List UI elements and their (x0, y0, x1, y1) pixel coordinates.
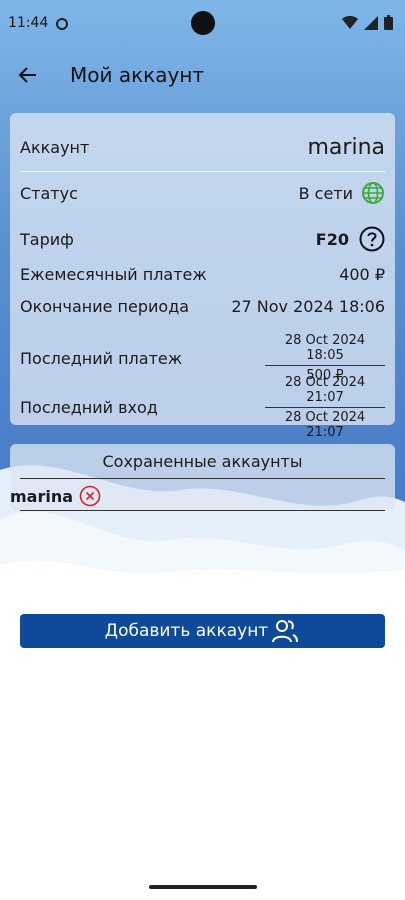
status-row: Статус В сети (20, 181, 385, 205)
remove-icon[interactable] (79, 485, 101, 507)
account-card: Аккаунт marina Статус В сети Тариф F20 Е… (10, 113, 395, 440)
app-bar: Мой аккаунт (0, 48, 405, 102)
tariff-row: Тариф F20 (20, 226, 385, 252)
add-account-label: Добавить аккаунт (104, 621, 269, 641)
last-payment-date: 28 Oct 2024 18:05 (265, 333, 385, 366)
notification-icon (56, 18, 69, 30)
status-bar: 11:44 (0, 0, 405, 48)
status-icons (342, 15, 393, 30)
monthly-value: 400 ₽ (339, 265, 385, 284)
monthly-label: Ежемесячный платеж (20, 265, 207, 284)
help-icon[interactable] (359, 226, 385, 252)
globe-icon (362, 182, 384, 204)
saved-account-name[interactable]: marina (10, 487, 73, 506)
users-icon (272, 620, 299, 643)
period-end-row: Окончание периода 27 Nov 2024 18:06 (20, 297, 385, 316)
saved-account-item[interactable]: marina (10, 485, 101, 507)
username: marina (307, 135, 386, 160)
home-indicator[interactable] (149, 885, 257, 889)
saved-accounts-title: Сохраненные аккаунты (102, 452, 303, 471)
tariff-label: Тариф (20, 229, 74, 249)
saved-divider-bottom (20, 510, 385, 511)
signal-icon (364, 15, 378, 30)
status-time: 11:44 (8, 15, 49, 31)
last-login-label: Последний вход (20, 398, 158, 417)
last-payment-label: Последний платеж (20, 348, 183, 368)
account-label: Аккаунт (20, 138, 90, 157)
add-account-button[interactable]: Добавить аккаунт (20, 614, 385, 648)
last-login-row: Последний вход 28 Oct 2024 21:07 28 Oct … (20, 375, 385, 440)
period-end-value: 27 Nov 2024 18:06 (231, 297, 385, 316)
tariff-value: F20 (315, 229, 349, 249)
back-arrow-icon[interactable] (16, 63, 40, 87)
last-login-stack: 28 Oct 2024 21:07 28 Oct 2024 21:07 (265, 375, 385, 440)
page-title: Мой аккаунт (70, 63, 205, 87)
saved-divider-top (20, 478, 385, 479)
monthly-row: Ежемесячный платеж 400 ₽ (20, 265, 385, 284)
last-login-2: 28 Oct 2024 21:07 (284, 410, 366, 440)
battery-icon (384, 15, 393, 30)
status-label: Статус (20, 183, 78, 203)
wifi-icon (342, 15, 358, 29)
last-login-1: 28 Oct 2024 21:07 (265, 375, 385, 408)
camera-cutout (191, 11, 215, 35)
account-row: Аккаунт marina (20, 135, 385, 160)
status-value: В сети (298, 183, 353, 203)
divider (20, 171, 385, 172)
period-end-label: Окончание периода (20, 297, 190, 316)
